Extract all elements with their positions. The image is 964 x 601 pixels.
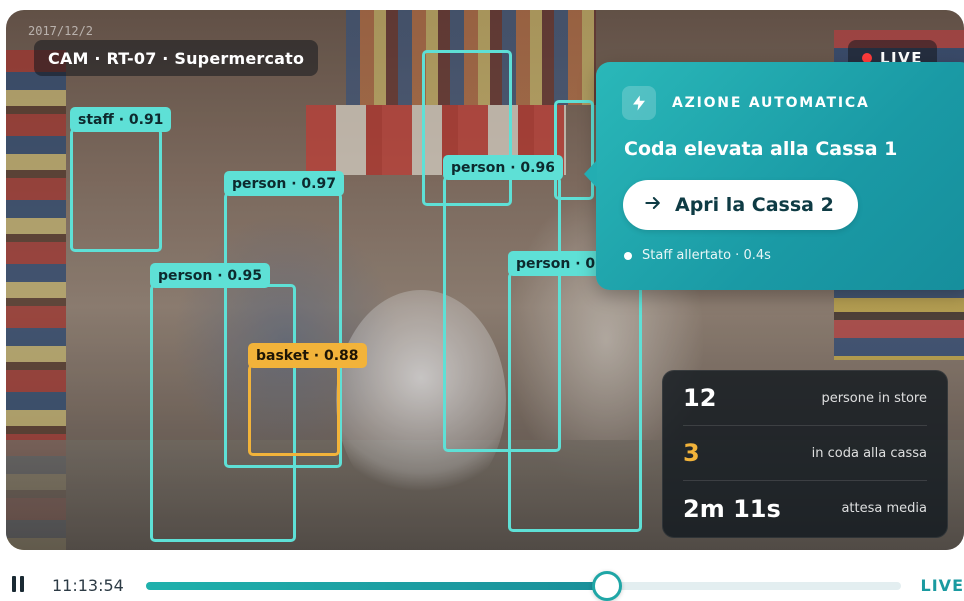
playback-time: 11:13:54 — [52, 576, 124, 595]
stat-value: 3 — [683, 439, 700, 467]
stat-label: persone in store — [821, 390, 927, 406]
pause-button[interactable] — [12, 576, 26, 592]
detection-label: staff · 0.91 — [70, 107, 172, 132]
timeline-thumb[interactable] — [591, 571, 622, 601]
playback-bar: 11:13:54 LIVE — [0, 562, 964, 601]
action-kicker: AZIONE AUTOMATICA — [672, 95, 870, 111]
detection-box-person[interactable]: person · 0.9 — [508, 251, 642, 532]
open-checkout-button-label: Apri la Cassa 2 — [675, 194, 834, 216]
go-live-button[interactable]: LIVE — [921, 576, 964, 595]
stat-row: 3 in coda alla cassa — [683, 426, 927, 481]
detection-label: person · 0.96 — [443, 155, 563, 180]
timeline-progress — [146, 582, 607, 590]
action-title: Coda elevata alla Cassa 1 — [624, 138, 898, 160]
camera-label: CAM · RT-07 · Supermercato — [34, 40, 319, 76]
detection-label: person · 0.97 — [224, 171, 344, 196]
stat-label: in coda alla cassa — [811, 445, 927, 461]
stat-value: 2m 11s — [683, 494, 781, 523]
stat-row: 2m 11s attesa media — [683, 481, 927, 536]
pause-icon — [12, 576, 16, 592]
timeline-scrubber[interactable] — [146, 571, 901, 601]
stat-label: attesa media — [841, 501, 927, 516]
video-timestamp-overlay: 2017/12/2 — [28, 24, 94, 38]
callout-pointer — [584, 160, 597, 188]
store-stats-panel: 12 persone in store 3 in coda alla cassa… — [662, 370, 948, 538]
detection-box-basket[interactable]: basket · 0.88 — [248, 343, 367, 456]
arrow-right-icon — [643, 193, 663, 218]
stat-row: 12 persone in store — [683, 371, 927, 426]
action-status-text: Staff allertato · 0.4s — [642, 248, 771, 263]
open-checkout-button[interactable]: Apri la Cassa 2 — [623, 180, 858, 230]
detection-label: person · 0.95 — [150, 263, 270, 288]
automatic-action-panel: AZIONE AUTOMATICA Coda elevata alla Cass… — [584, 62, 964, 290]
detection-box-staff[interactable]: staff · 0.91 — [70, 107, 172, 252]
bolt-icon — [622, 86, 656, 120]
status-dot-icon — [624, 251, 632, 260]
action-status: Staff allertato · 0.4s — [624, 248, 771, 263]
detection-label: basket · 0.88 — [248, 343, 367, 368]
stat-value: 12 — [683, 384, 717, 412]
